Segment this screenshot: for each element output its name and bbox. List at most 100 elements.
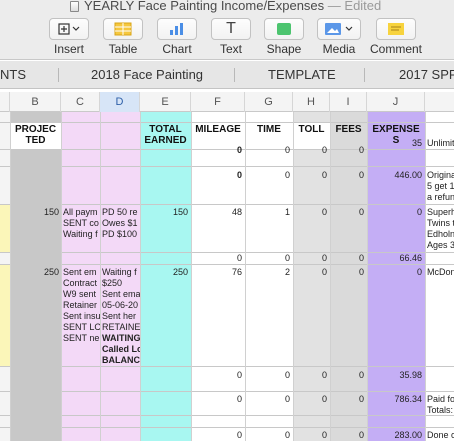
fees-cell[interactable]: 0 — [330, 430, 364, 441]
mileage-cell[interactable]: 0 — [191, 430, 242, 441]
projected-cell[interactable]: 250 — [10, 267, 59, 278]
fees-cell[interactable]: 0 — [330, 370, 364, 381]
expenses-cell[interactable]: 446.00 — [367, 170, 422, 181]
toll-cell[interactable]: 0 — [293, 267, 327, 278]
tab-accounts[interactable]: NTS — [0, 61, 26, 89]
mileage-cell[interactable]: 0 — [191, 145, 242, 156]
toll-cell[interactable]: 0 — [293, 170, 327, 181]
time-cell[interactable]: 2 — [245, 267, 290, 278]
media-button[interactable]: Media — [317, 18, 361, 56]
notes-line: Totals: — [427, 405, 454, 415]
chart-label: Chart — [162, 42, 192, 56]
column-header-f[interactable]: F — [191, 92, 245, 112]
expenses-cell[interactable]: 66.46 — [367, 253, 422, 264]
insert-button[interactable]: Insert — [48, 18, 90, 56]
notes-cell[interactable]: McDon — [427, 267, 454, 278]
status-notes-cell[interactable]: Waiting f $250 Sent ema 05-06-20 Sent he… — [102, 267, 140, 366]
fees-cell[interactable]: 0 — [330, 170, 364, 181]
tab-2018-face-painting[interactable]: 2018 Face Painting — [91, 61, 203, 89]
row-highlight-yellow — [0, 264, 10, 366]
column-header-d[interactable]: D — [100, 92, 140, 112]
mileage-cell[interactable]: 0 — [191, 253, 242, 264]
time-cell[interactable]: 0 — [245, 370, 290, 381]
expenses-cell[interactable]: 0 — [367, 207, 422, 218]
projected-header-line1: PROJEC — [14, 124, 57, 135]
mileage-cell[interactable]: 0 — [191, 370, 242, 381]
tab-2017-spring[interactable]: 2017 SPR — [399, 61, 454, 89]
row-header-corner[interactable] — [0, 92, 10, 112]
shape-button[interactable]: Shape — [264, 18, 304, 56]
payment-notes-cell[interactable]: All paym SENT co Waiting f — [63, 207, 100, 240]
text-button[interactable]: T Text — [211, 18, 251, 56]
toll-cell[interactable]: 0 — [293, 370, 327, 381]
toll-cell[interactable]: 0 — [293, 430, 327, 441]
column-header-i[interactable]: I — [330, 92, 367, 112]
column-header-e[interactable]: E — [140, 92, 191, 112]
expenses-cell[interactable]: 786.34 — [367, 394, 422, 405]
time-cell[interactable]: 0 — [245, 170, 290, 181]
projected-cell[interactable]: 150 — [10, 207, 59, 218]
notes-cell[interactable]: Unlimit — [427, 138, 454, 149]
cell-line: Waiting f — [63, 229, 98, 239]
column-line — [425, 112, 426, 441]
expenses-cell[interactable]: 35.98 — [367, 370, 422, 381]
column-header-j[interactable]: J — [367, 92, 425, 112]
edited-indicator[interactable]: — Edited — [328, 0, 381, 13]
column-header-c[interactable]: C — [61, 92, 100, 112]
fees-cell[interactable]: 0 — [330, 253, 364, 264]
notes-cell[interactable]: Superh Twins t Edholn Ages 3 — [427, 207, 454, 251]
cell-line: PD $100 — [102, 229, 138, 239]
toll-cell[interactable]: 0 — [293, 145, 327, 156]
notes-cell[interactable]: Done c — [427, 430, 454, 441]
total-earned-cell[interactable]: 250 — [140, 267, 188, 278]
fees-cell[interactable]: 0 — [330, 145, 364, 156]
projected-header: PROJEC TED — [10, 124, 61, 146]
fees-cell[interactable]: 0 — [330, 207, 364, 218]
row-line — [0, 122, 454, 123]
fees-cell[interactable]: 0 — [330, 394, 364, 405]
time-cell[interactable]: 0 — [245, 253, 290, 264]
toll-cell[interactable]: 0 — [293, 207, 327, 218]
time-cell[interactable]: 0 — [245, 394, 290, 405]
notes-line: 5 get 1 — [427, 181, 454, 191]
time-cell[interactable]: 1 — [245, 207, 290, 218]
expenses-cell[interactable]: 283.00 — [367, 430, 422, 441]
media-label: Media — [322, 42, 356, 56]
mileage-cell[interactable]: 76 — [191, 267, 242, 278]
mileage-cell[interactable]: 0 — [191, 170, 242, 181]
text-icon: T — [211, 18, 251, 40]
cell-line: $250 — [102, 278, 123, 288]
toll-cell[interactable]: 0 — [293, 394, 327, 405]
cell-line: Called Lo — [102, 344, 140, 354]
notes-cell[interactable]: Paid fo Totals: — [427, 394, 454, 416]
status-notes-cell[interactable]: PD 50 re Owes $1 PD $100 — [102, 207, 140, 240]
column-header-b[interactable]: B — [10, 92, 61, 112]
table-button[interactable]: Table — [103, 18, 143, 56]
column-header-h[interactable]: H — [293, 92, 330, 112]
column-header-k[interactable] — [425, 92, 454, 112]
tab-template[interactable]: TEMPLATE — [268, 61, 336, 89]
time-cell[interactable]: 0 — [245, 145, 290, 156]
insert-label: Insert — [53, 42, 84, 56]
expenses-cell[interactable]: 35 — [367, 138, 422, 149]
total-earned-header-line2: EARNED — [144, 135, 187, 146]
mileage-cell[interactable]: 0 — [191, 394, 242, 405]
window-titlebar: YEARLY Face Painting Income/Expenses — E… — [0, 0, 454, 16]
column-header-bar: B C D E F G H I J — [0, 92, 454, 112]
chart-button[interactable]: Chart — [157, 18, 197, 56]
fees-cell[interactable]: 0 — [330, 267, 364, 278]
total-earned-cell[interactable]: 150 — [140, 207, 188, 218]
media-icon — [325, 23, 353, 35]
comment-button[interactable]: Comment — [369, 18, 423, 56]
mileage-cell[interactable]: 48 — [191, 207, 242, 218]
shape-icon — [277, 23, 291, 35]
expenses-cell[interactable]: 0 — [367, 267, 422, 278]
notes-cell[interactable]: Origina 5 get 1 a refun — [427, 170, 454, 203]
time-cell[interactable]: 0 — [245, 430, 290, 441]
fees-header: FEES — [335, 124, 362, 135]
cell-line: PD 50 re — [102, 207, 138, 217]
payment-notes-cell[interactable]: Sent em Contract W9 sent Retainer Sent i… — [63, 267, 100, 344]
column-header-g[interactable]: G — [245, 92, 293, 112]
column-line — [61, 112, 62, 441]
toll-cell[interactable]: 0 — [293, 253, 327, 264]
